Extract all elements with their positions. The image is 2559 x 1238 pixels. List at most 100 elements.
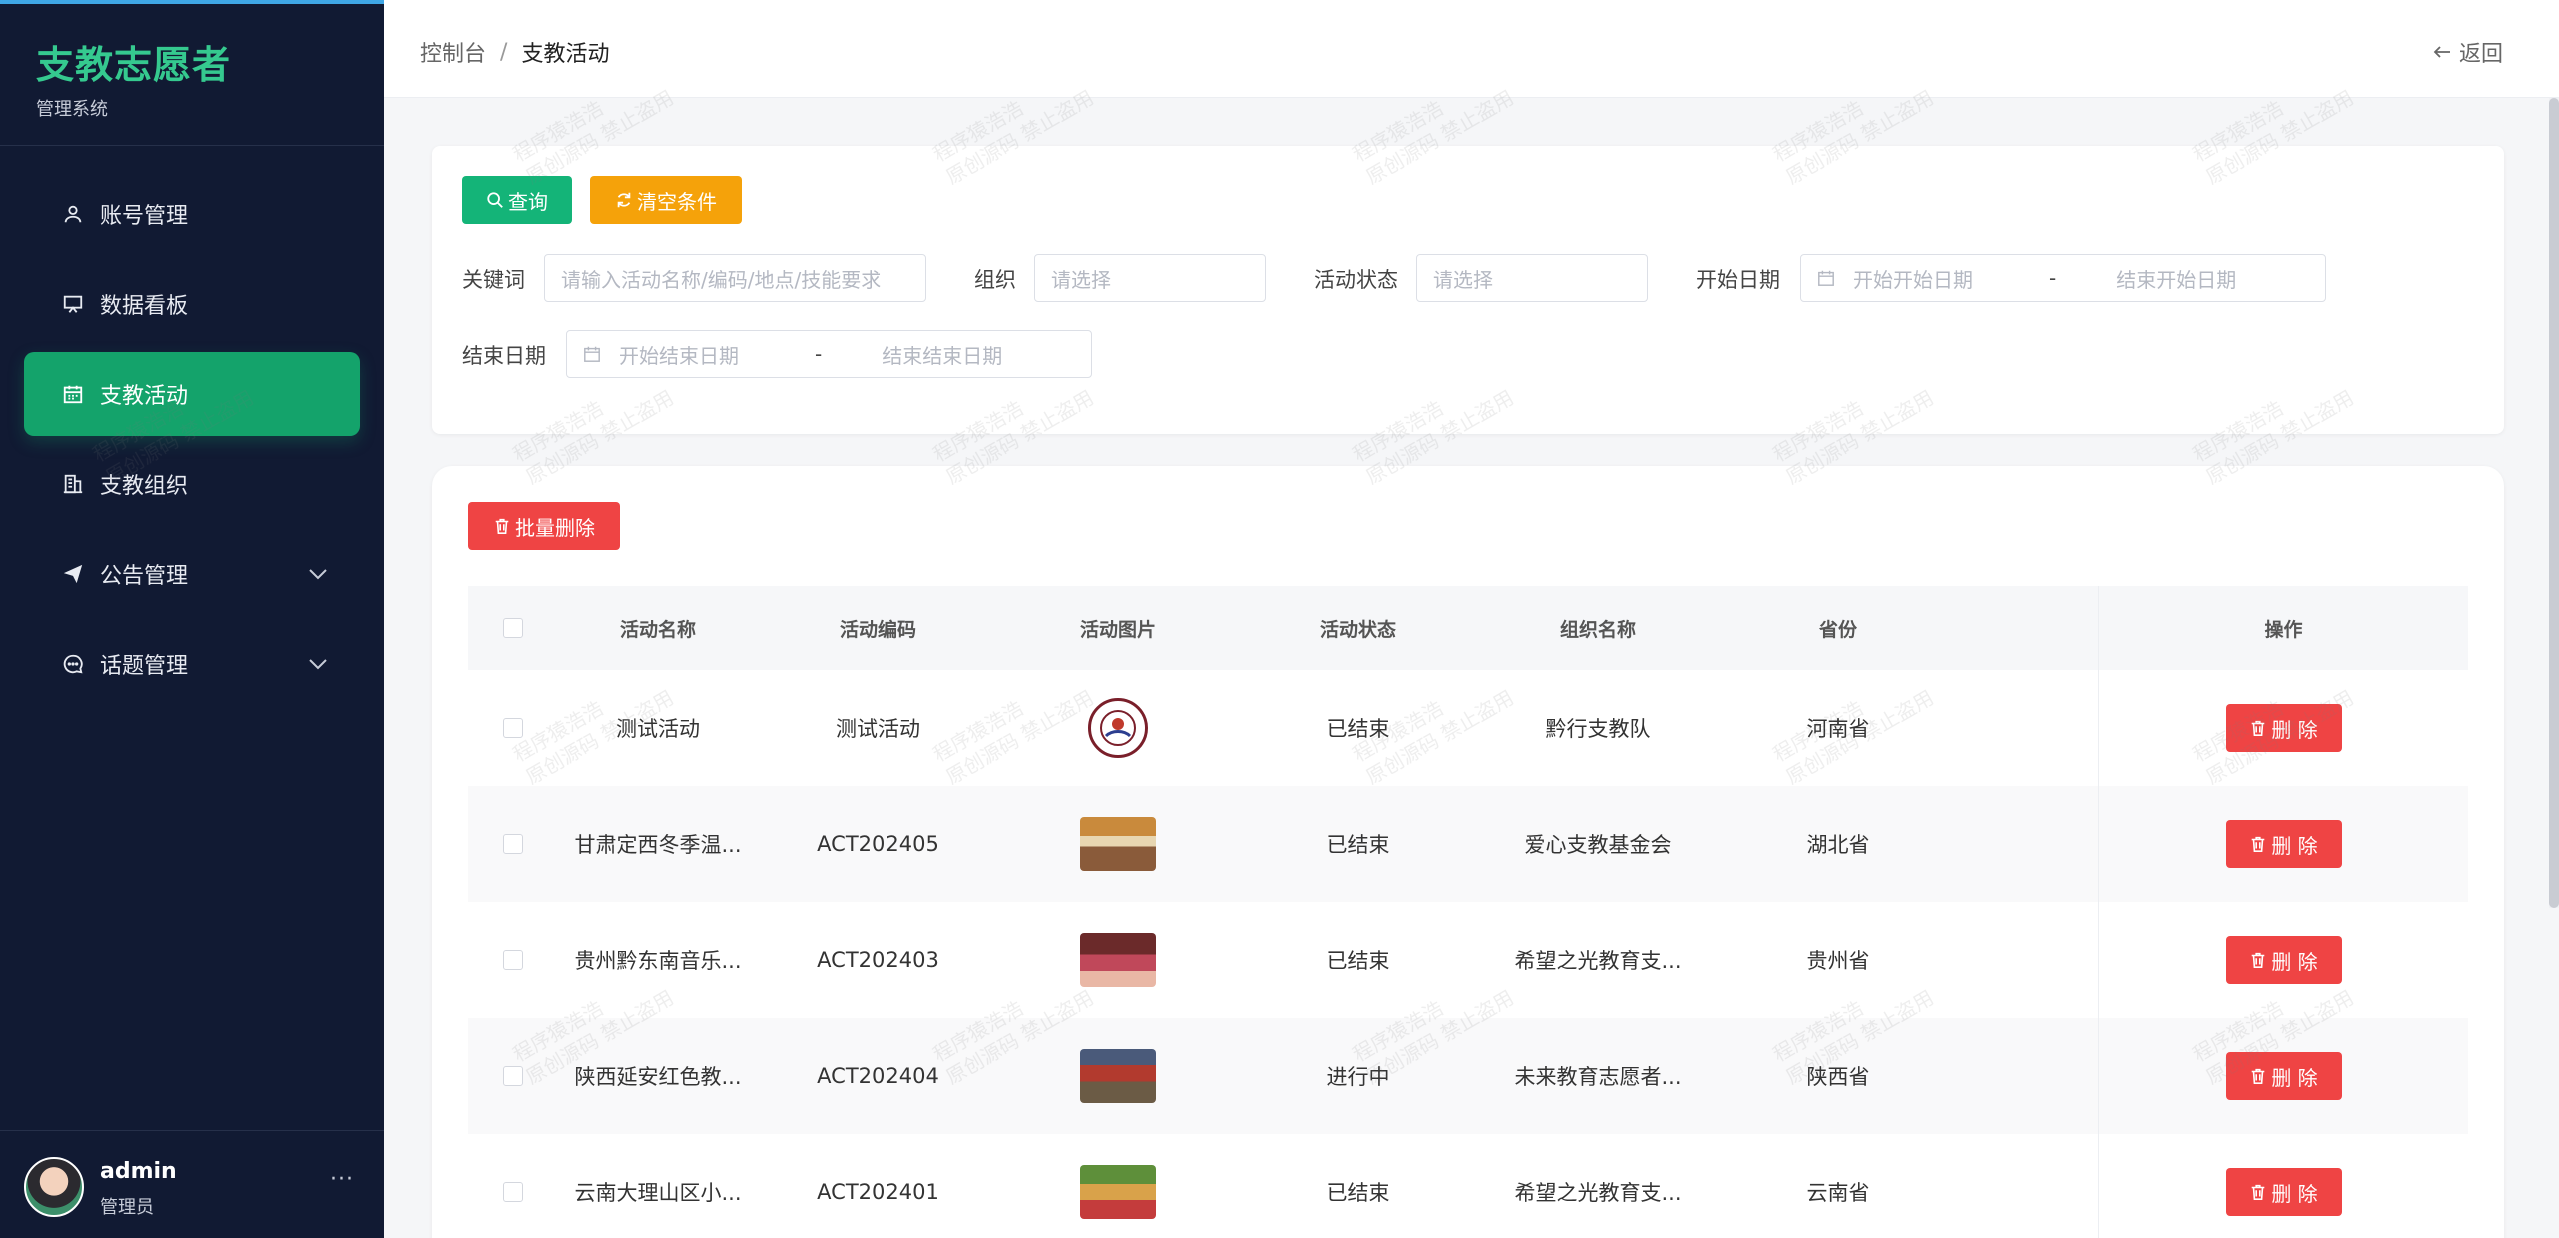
column-header: 活动名称: [619, 618, 696, 641]
province: 云南省: [1806, 1181, 1870, 1205]
activity-table-panel: 批量删除 活动名称 活动编码 活动图片 活动状态 组织名称 省份 操作 测试活动…: [432, 466, 2504, 1238]
activity-image-cell: [998, 1165, 1238, 1219]
header-select-cell: [468, 618, 558, 638]
delete-label: 删 除: [2271, 949, 2318, 974]
chevron-down-icon[interactable]: [308, 562, 328, 587]
send-icon: [60, 561, 86, 587]
page-scrollbar-thumb[interactable]: [2549, 98, 2559, 908]
actions-cell: 删 除: [2098, 786, 2468, 902]
keyword-label: 关键词: [462, 268, 525, 292]
sidebar: 支教志愿者 管理系统 账号管理 数据看板 支教活动 支教组织 公告管理 话题管理…: [0, 0, 384, 1238]
delete-label: 删 除: [2271, 717, 2318, 742]
brand-title: 支教志愿者: [36, 43, 232, 87]
avatar[interactable]: [24, 1157, 84, 1217]
activity-code: ACT202403: [817, 948, 939, 972]
select-all-checkbox[interactable]: [503, 618, 523, 638]
row-select-cell: [468, 1182, 558, 1202]
column-header: 操作: [2098, 586, 2468, 670]
organization-name: 希望之光教育支...: [1514, 949, 1682, 973]
query-label: 查询: [508, 191, 548, 214]
activity-name: 测试活动: [616, 717, 700, 741]
activity-status: 已结束: [1326, 833, 1390, 857]
sidebar-item-organizations[interactable]: 支教组织: [24, 442, 360, 526]
activity-code: ACT202405: [817, 832, 939, 856]
top-header: 控制台 / 支教活动 返回: [384, 0, 2559, 98]
delete-button[interactable]: 删 除: [2225, 1168, 2342, 1216]
table-row: 贵州黔东南音乐... ACT202403 已结束 希望之光教育支... 贵州省 …: [468, 902, 2468, 1018]
brand: 支教志愿者 管理系统: [36, 34, 231, 121]
calendar-icon: [1817, 269, 1835, 287]
row-checkbox[interactable]: [503, 718, 523, 738]
sidebar-item-announcements[interactable]: 公告管理: [24, 532, 360, 616]
clear-label: 清空条件: [637, 191, 717, 214]
row-checkbox[interactable]: [503, 1066, 523, 1086]
delete-button[interactable]: 删 除: [2225, 704, 2342, 752]
start-to-input[interactable]: 结束开始日期: [2116, 264, 2236, 293]
activity-image[interactable]: [1080, 1165, 1156, 1219]
sidebar-item-label: 公告管理: [100, 564, 189, 589]
organization-name: 爱心支教基金会: [1524, 833, 1672, 857]
sidebar-item-topics[interactable]: 话题管理: [24, 622, 360, 706]
end-from-input[interactable]: 开始结束日期: [619, 340, 815, 369]
activity-image[interactable]: [1080, 933, 1156, 987]
organization-name: 希望之光教育支...: [1514, 1181, 1682, 1205]
activity-name: 陕西延安红色教...: [574, 1065, 742, 1089]
actions-cell: 删 除: [2098, 670, 2468, 786]
sidebar-item-label: 数据看板: [100, 294, 189, 319]
user-role: 管理员: [100, 1197, 154, 1218]
sidebar-item-activities[interactable]: 支教活动: [24, 352, 360, 436]
org-select[interactable]: 请选择: [1034, 254, 1266, 302]
activity-image[interactable]: [1080, 1049, 1156, 1103]
breadcrumb-home[interactable]: 控制台: [420, 36, 486, 68]
sidebar-item-accounts[interactable]: 账号管理: [24, 172, 360, 256]
activity-image[interactable]: [1080, 817, 1156, 871]
start-from-input[interactable]: 开始开始日期: [1853, 264, 2049, 293]
divider: [0, 145, 384, 146]
start-date-range[interactable]: 开始开始日期 - 结束开始日期: [1800, 254, 2326, 302]
status-label: 活动状态: [1314, 268, 1398, 292]
activity-status: 已结束: [1326, 1181, 1390, 1205]
row-checkbox[interactable]: [503, 1182, 523, 1202]
activity-status: 已结束: [1326, 949, 1390, 973]
delete-label: 删 除: [2271, 833, 2318, 858]
sidebar-item-dashboard[interactable]: 数据看板: [24, 262, 360, 346]
sidebar-item-label: 话题管理: [100, 654, 189, 679]
delete-button[interactable]: 删 除: [2225, 936, 2342, 984]
table-row: 云南大理山区小... ACT202401 已结束 希望之光教育支... 云南省 …: [468, 1134, 2468, 1238]
end-date-range[interactable]: 开始结束日期 - 结束结束日期: [566, 330, 1092, 378]
organization-name: 黔行支教队: [1545, 717, 1651, 741]
more-icon[interactable]: ···: [330, 1167, 354, 1192]
range-separator: -: [815, 342, 823, 366]
keyword-input[interactable]: 请输入活动名称/编码/地点/技能要求: [544, 254, 926, 302]
trash-icon: [2249, 1067, 2267, 1085]
building-icon: [60, 471, 86, 497]
activity-image[interactable]: [1088, 698, 1148, 758]
breadcrumb: 控制台 / 支教活动: [420, 36, 609, 68]
query-button[interactable]: 查询: [462, 176, 572, 224]
delete-button[interactable]: 删 除: [2225, 820, 2342, 868]
sidebar-menu: 账号管理 数据看板 支教活动 支教组织 公告管理 话题管理: [24, 172, 360, 712]
province: 河南省: [1806, 717, 1870, 741]
back-button[interactable]: 返回: [2433, 36, 2503, 68]
activity-name: 甘肃定西冬季温...: [574, 833, 742, 857]
sidebar-item-label: 支教组织: [100, 474, 189, 499]
trash-icon: [2249, 719, 2267, 737]
trash-icon: [493, 517, 511, 535]
batch-delete-button[interactable]: 批量删除: [468, 502, 620, 550]
delete-button[interactable]: 删 除: [2225, 1052, 2342, 1100]
status-select[interactable]: 请选择: [1416, 254, 1648, 302]
delete-label: 删 除: [2271, 1065, 2318, 1090]
table-row: 陕西延安红色教... ACT202404 进行中 未来教育志愿者... 陕西省 …: [468, 1018, 2468, 1134]
breadcrumb-current: 支教活动: [521, 42, 610, 67]
actions-cell: 删 除: [2098, 902, 2468, 1018]
clear-filters-button[interactable]: 清空条件: [590, 176, 742, 224]
row-checkbox[interactable]: [503, 834, 523, 854]
end-date-label: 结束日期: [462, 344, 546, 368]
chevron-down-icon[interactable]: [308, 652, 328, 677]
row-checkbox[interactable]: [503, 950, 523, 970]
table-header: 活动名称 活动编码 活动图片 活动状态 组织名称 省份 操作: [468, 586, 2468, 670]
end-to-input[interactable]: 结束结束日期: [882, 340, 1002, 369]
column-header: 组织名称: [1559, 618, 1636, 641]
activity-status: 已结束: [1326, 717, 1390, 741]
activity-image-cell: [998, 817, 1238, 871]
